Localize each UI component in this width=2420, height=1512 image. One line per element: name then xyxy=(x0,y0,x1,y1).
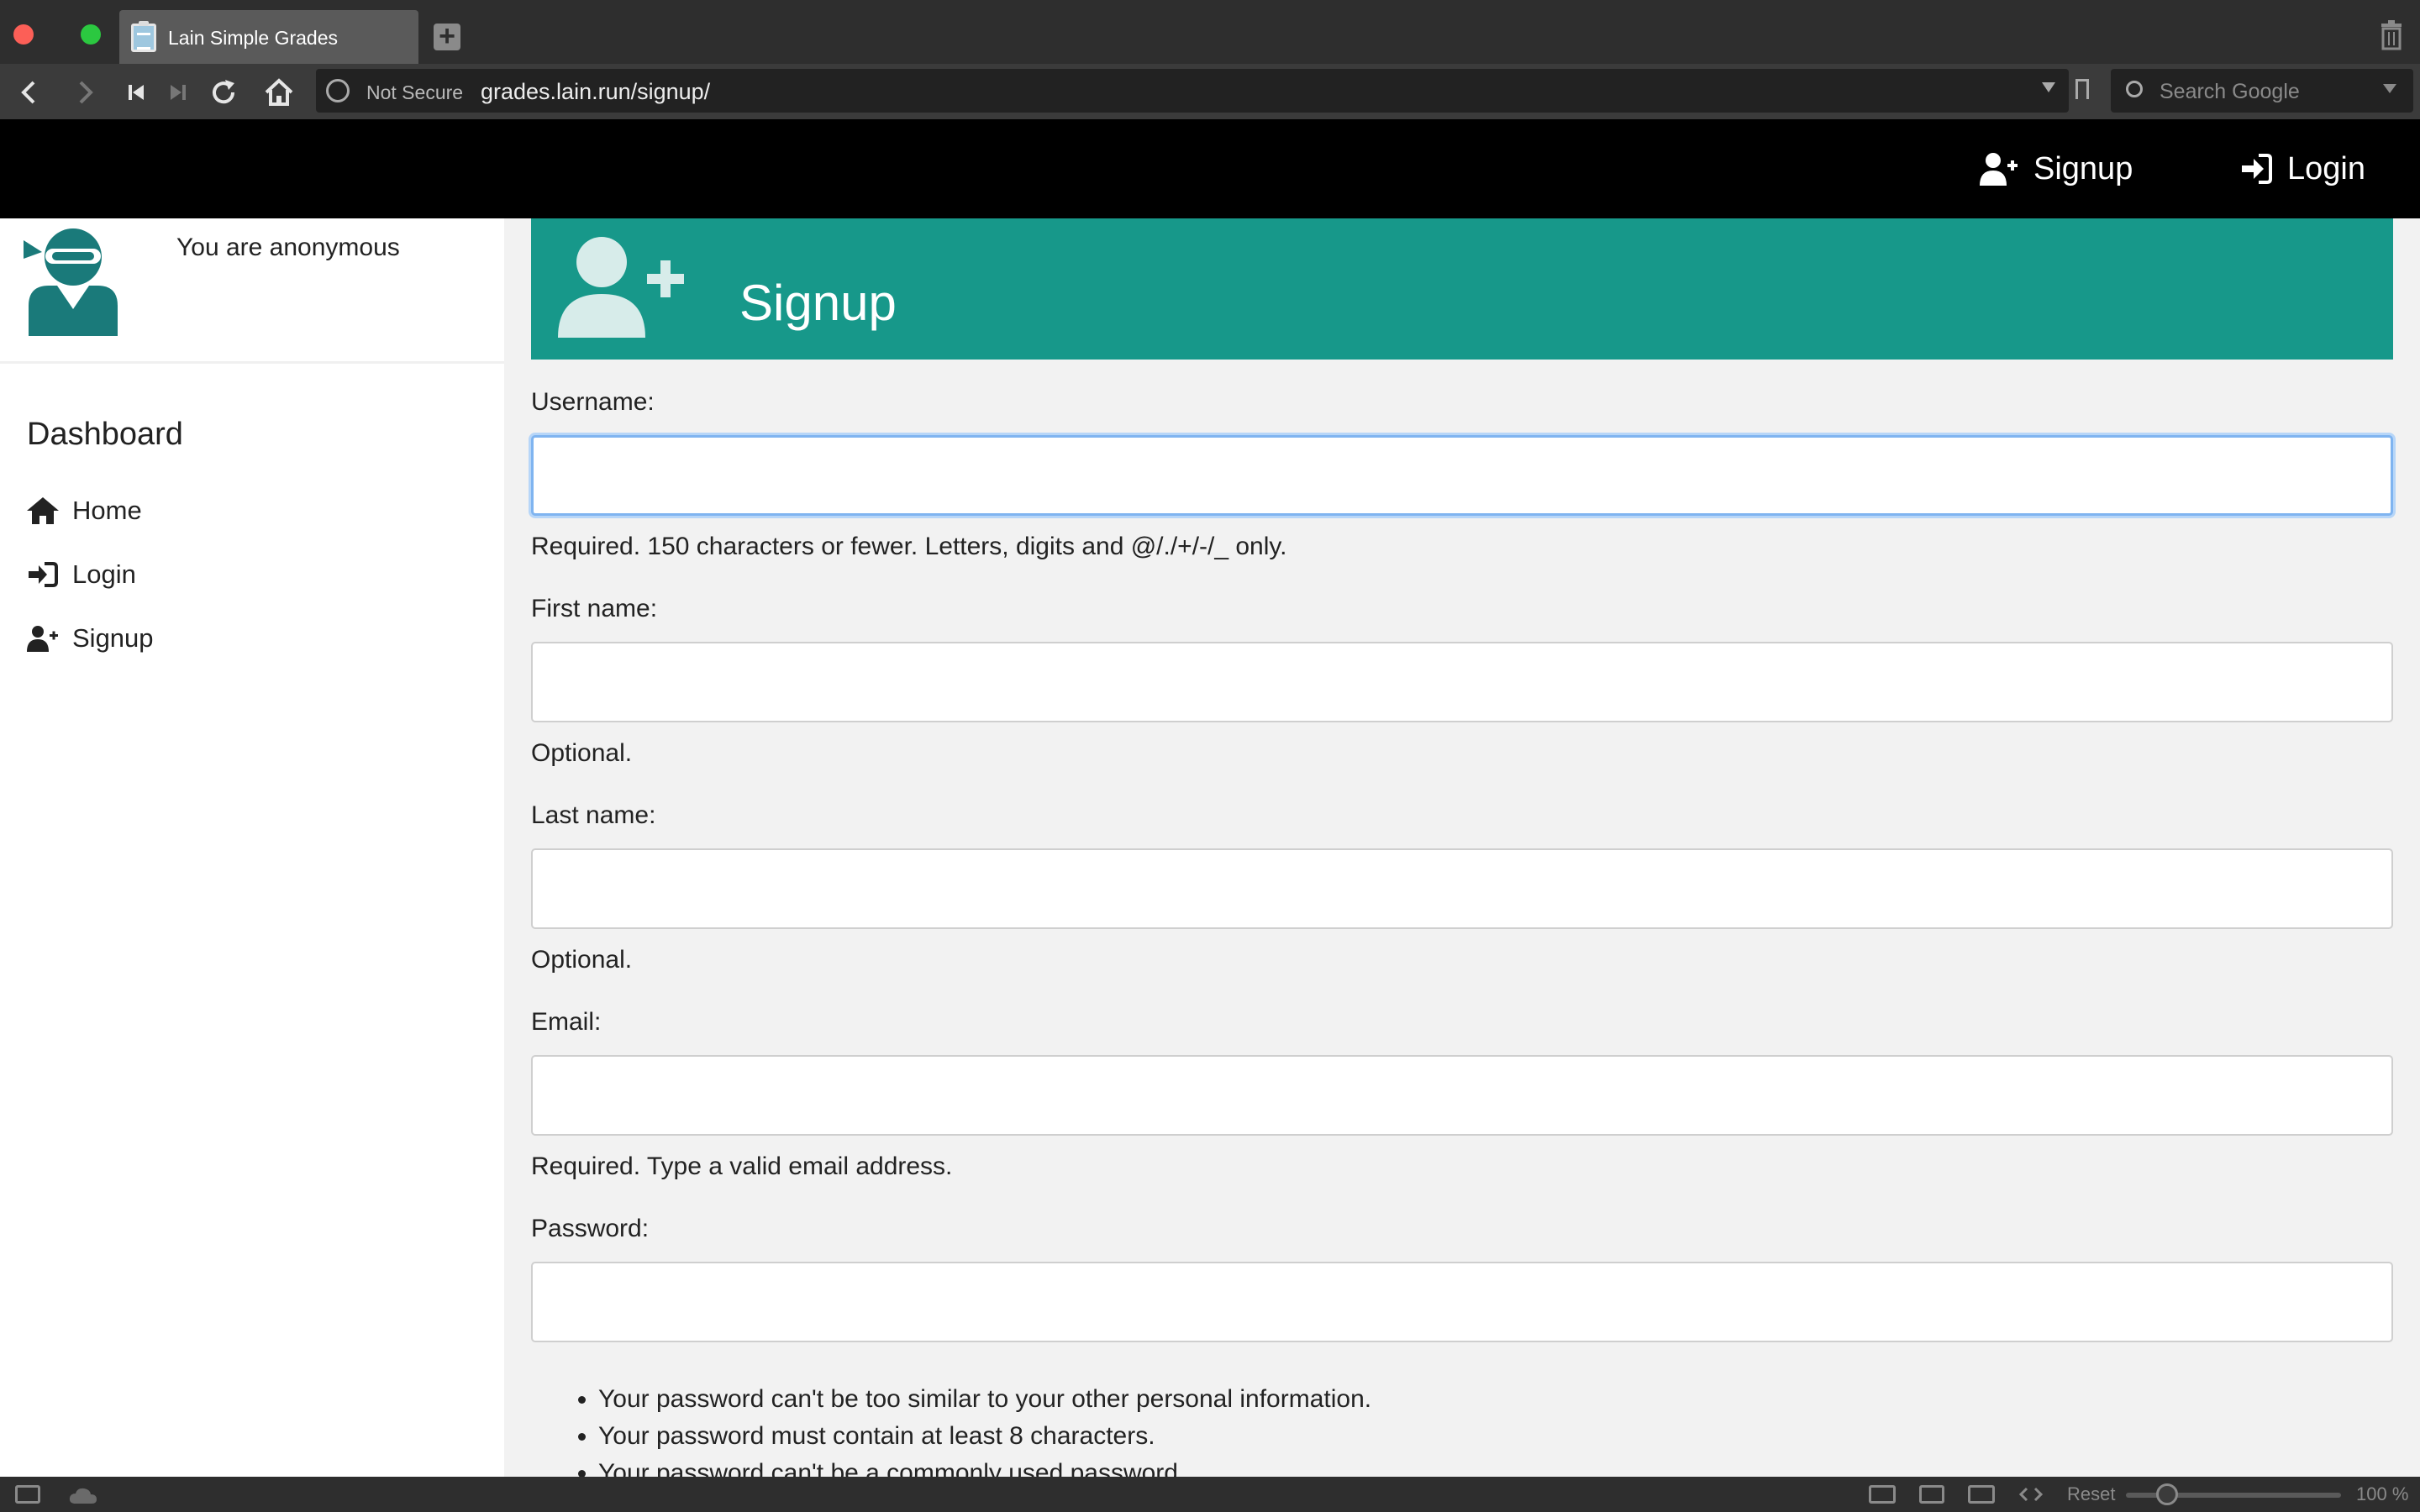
new-tab-button[interactable]: + xyxy=(434,22,460,50)
tab-title: Lain Simple Grades xyxy=(168,27,338,49)
trash-icon[interactable] xyxy=(2380,20,2403,50)
sidebar-item-label: Login xyxy=(72,559,136,589)
sidebar-item-label: Signup xyxy=(72,623,154,653)
bookmark-icon[interactable] xyxy=(2075,79,2089,99)
email-label: Email: xyxy=(531,1008,602,1036)
search-icon xyxy=(2126,81,2143,97)
fast-forward-icon[interactable] xyxy=(161,76,195,109)
header-signup-label: Signup xyxy=(2033,150,2133,186)
url-text[interactable]: grades.lain.run/signup/ xyxy=(481,79,710,105)
back-icon[interactable] xyxy=(12,76,45,109)
header-login-link[interactable]: Login xyxy=(2238,148,2365,190)
browser-status-bar xyxy=(0,1477,2420,1512)
security-indicator[interactable]: Not Secure xyxy=(366,81,463,104)
header-login-label: Login xyxy=(2287,150,2365,186)
search-placeholder: Search Google xyxy=(2160,80,2300,103)
password-rule: Your password must contain at least 8 ch… xyxy=(598,1418,1371,1455)
camera-icon[interactable] xyxy=(1869,1485,1896,1504)
ninja-avatar-icon xyxy=(24,228,118,336)
first-name-label: First name: xyxy=(531,595,658,622)
password-label: Password: xyxy=(531,1215,650,1242)
sidebar-section-title: Dashboard xyxy=(27,417,183,452)
sidebar-item-home[interactable]: Home xyxy=(27,492,142,529)
image-icon[interactable] xyxy=(1968,1485,1995,1504)
last-name-help: Optional. xyxy=(531,946,633,974)
email-input[interactable] xyxy=(531,1055,2393,1136)
password-rules-list: Your password can't be too similar to yo… xyxy=(598,1381,1371,1492)
sidebar-item-login[interactable]: Login xyxy=(27,556,136,593)
last-name-label: Last name: xyxy=(531,801,656,829)
header-signup-link[interactable]: Signup xyxy=(1980,148,2133,190)
username-input[interactable] xyxy=(531,435,2393,516)
home-icon[interactable] xyxy=(262,76,296,109)
zoom-slider-handle[interactable] xyxy=(2156,1483,2178,1505)
first-name-input[interactable] xyxy=(531,642,2393,722)
panel-toggle-icon[interactable] xyxy=(15,1485,40,1504)
chevron-down-icon[interactable] xyxy=(2042,82,2055,92)
zoom-level: 100 % xyxy=(2356,1483,2409,1504)
password-rule: Your password can't be too similar to yo… xyxy=(598,1381,1371,1418)
sidebar-item-signup[interactable]: Signup xyxy=(27,620,154,657)
username-help: Required. 150 characters or fewer. Lette… xyxy=(531,533,1287,560)
code-icon[interactable] xyxy=(2018,1485,2044,1504)
sidebar-divider xyxy=(0,361,504,364)
search-engine-dropdown-icon[interactable] xyxy=(2383,84,2396,93)
first-name-help: Optional. xyxy=(531,739,633,767)
username-label: Username: xyxy=(531,388,655,416)
globe-icon xyxy=(326,79,350,102)
zoom-reset-button[interactable]: Reset xyxy=(2067,1483,2115,1505)
maximize-window-button[interactable] xyxy=(81,24,101,45)
email-help: Required. Type a valid email address. xyxy=(531,1152,953,1180)
reload-icon[interactable] xyxy=(207,76,240,109)
sidebar-item-label: Home xyxy=(72,496,142,525)
last-name-input[interactable] xyxy=(531,848,2393,929)
close-window-button[interactable] xyxy=(13,24,34,45)
sign-in-icon xyxy=(2242,154,2272,184)
home-icon xyxy=(27,497,59,524)
browser-tab[interactable]: Lain Simple Grades xyxy=(119,10,418,64)
sidebar xyxy=(0,218,504,1477)
sign-in-icon xyxy=(29,562,58,587)
forward-icon[interactable] xyxy=(69,76,103,109)
user-plus-icon xyxy=(1980,153,2018,186)
password-input[interactable] xyxy=(531,1262,2393,1342)
window-icon[interactable] xyxy=(1919,1485,1944,1504)
page-title: Signup xyxy=(739,275,897,331)
cloud-icon[interactable] xyxy=(69,1487,97,1504)
user-plus-icon xyxy=(558,237,684,338)
user-plus-icon xyxy=(27,626,58,652)
rewind-icon[interactable] xyxy=(119,76,153,109)
clipboard-icon xyxy=(131,21,156,52)
user-status: You are anonymous xyxy=(176,234,400,261)
